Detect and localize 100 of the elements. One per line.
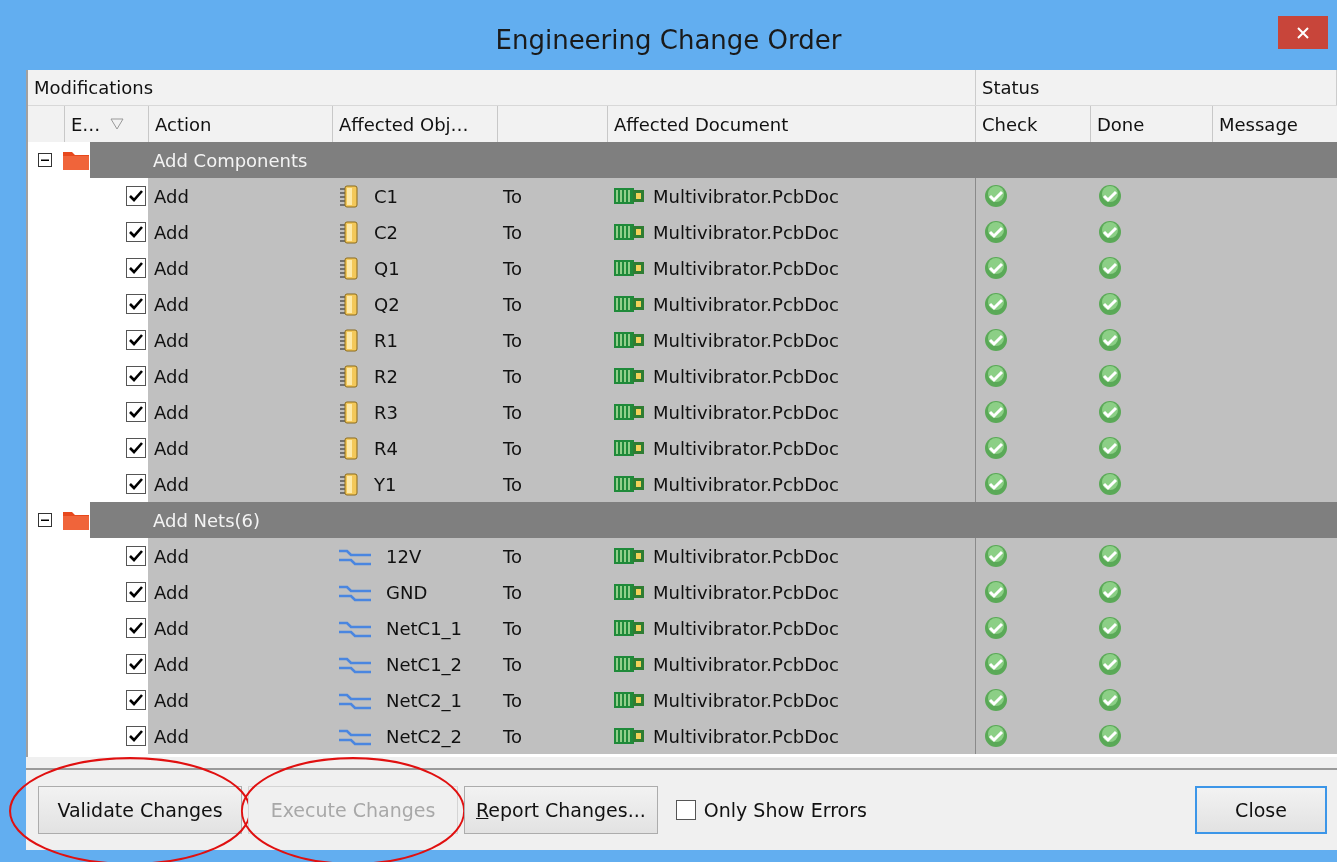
table-row[interactable]: Add Q1 To Multivibrator.PcbDoc <box>148 250 1337 286</box>
table-row[interactable]: Add C2 To Multivibrator.PcbDoc <box>148 214 1337 250</box>
table-row[interactable]: Add NetC2_1 To Multivibrator.PcbDoc <box>148 682 1337 718</box>
checkbox[interactable] <box>126 330 146 350</box>
checkbox[interactable] <box>126 294 146 314</box>
table-cell: NetC2_2 <box>386 725 463 747</box>
chip-icon <box>338 364 360 388</box>
table-cell: Add <box>154 257 189 279</box>
pcb-document-icon <box>613 582 645 602</box>
pcb-document-icon <box>613 654 645 674</box>
table-cell: Multivibrator.PcbDoc <box>653 653 839 675</box>
pcb-document-icon <box>613 258 645 278</box>
table-cell: Add <box>154 221 189 243</box>
column-header[interactable]: Action <box>155 113 212 135</box>
checkbox-label[interactable]: Only Show Errors <box>703 799 867 821</box>
table-row[interactable]: Add C1 To Multivibrator.PcbDoc <box>148 178 1337 214</box>
table-cell: Multivibrator.PcbDoc <box>653 473 839 495</box>
table-cell: NetC1_2 <box>386 653 463 675</box>
table-cell: Add <box>154 185 189 207</box>
folder-icon <box>62 509 90 531</box>
close-icon[interactable] <box>1278 16 1328 49</box>
table-cell: Add <box>154 437 189 459</box>
action-button[interactable]: Report Changes... <box>464 786 658 834</box>
checkbox[interactable] <box>126 582 146 602</box>
checkbox[interactable] <box>126 366 146 386</box>
table-cell: Multivibrator.PcbDoc <box>653 545 839 567</box>
checkbox[interactable] <box>126 186 146 206</box>
checkbox[interactable] <box>126 474 146 494</box>
table-cell: Multivibrator.PcbDoc <box>653 581 839 603</box>
table-cell: To <box>503 221 522 243</box>
table-cell: Add <box>154 473 189 495</box>
table-row[interactable]: Add NetC2_2 To Multivibrator.PcbDoc <box>148 718 1337 754</box>
checkbox[interactable] <box>126 438 146 458</box>
chip-icon <box>338 292 360 316</box>
pcb-document-icon <box>613 546 645 566</box>
table-cell: Multivibrator.PcbDoc <box>653 329 839 351</box>
checkbox[interactable] <box>126 222 146 242</box>
chip-icon <box>338 256 360 280</box>
table-cell: Add <box>154 545 189 567</box>
table-cell: GND <box>386 581 428 603</box>
chip-icon <box>338 472 360 496</box>
table-row[interactable]: Add NetC1_1 To Multivibrator.PcbDoc <box>148 610 1337 646</box>
checkbox[interactable] <box>126 654 146 674</box>
table-cell: C2 <box>374 221 399 243</box>
pcb-document-icon <box>613 438 645 458</box>
table-cell: Multivibrator.PcbDoc <box>653 221 839 243</box>
collapse-icon[interactable] <box>38 153 52 167</box>
column-header[interactable]: Affected Obj… <box>339 113 469 135</box>
checkbox[interactable] <box>126 258 146 278</box>
chip-icon <box>338 184 360 208</box>
pcb-document-icon <box>613 726 645 746</box>
table-row[interactable]: Add GND To Multivibrator.PcbDoc <box>148 574 1337 610</box>
action-button[interactable]: Validate Changes <box>38 786 242 834</box>
table-cell: To <box>503 293 522 315</box>
table-cell: NetC1_1 <box>386 617 463 639</box>
chip-icon <box>338 436 360 460</box>
table-cell: Add <box>154 293 189 315</box>
checkbox[interactable] <box>126 402 146 422</box>
table-cell: To <box>503 257 522 279</box>
checkbox[interactable] <box>126 726 146 746</box>
table-cell: Add <box>154 365 189 387</box>
table-cell: Add <box>154 689 189 711</box>
column-group-header: Status <box>982 77 1040 98</box>
checkbox[interactable] <box>126 546 146 566</box>
table-cell: R3 <box>374 401 398 423</box>
table-cell: Multivibrator.PcbDoc <box>653 725 839 747</box>
close-button[interactable]: Close <box>1195 786 1327 834</box>
table-cell: Multivibrator.PcbDoc <box>653 185 839 207</box>
table-cell: Q1 <box>374 257 400 279</box>
column-header[interactable]: Affected Document <box>614 113 789 135</box>
column-header[interactable]: Done <box>1097 113 1145 135</box>
table-row[interactable]: Add Y1 To Multivibrator.PcbDoc <box>148 466 1337 502</box>
column-header[interactable]: Message <box>1219 113 1298 135</box>
table-row[interactable]: Add R1 To Multivibrator.PcbDoc <box>148 322 1337 358</box>
group-row[interactable]: Add Nets(6) <box>90 502 1337 538</box>
collapse-icon[interactable] <box>38 513 52 527</box>
chip-icon <box>338 400 360 424</box>
column-header[interactable]: Check <box>982 113 1038 135</box>
table-cell: Y1 <box>374 473 397 495</box>
chip-icon <box>338 328 360 352</box>
table-row[interactable]: Add R3 To Multivibrator.PcbDoc <box>148 394 1337 430</box>
checkbox[interactable] <box>675 800 696 820</box>
table-row[interactable]: Add R2 To Multivibrator.PcbDoc <box>148 358 1337 394</box>
table-cell: Add <box>154 401 189 423</box>
pcb-document-icon <box>613 294 645 314</box>
table-cell: Add <box>154 725 189 747</box>
group-row[interactable]: Add Components <box>90 142 1337 178</box>
table-row[interactable]: Add NetC1_2 To Multivibrator.PcbDoc <box>148 646 1337 682</box>
table-row[interactable]: Add 12V To Multivibrator.PcbDoc <box>148 538 1337 574</box>
checkbox[interactable] <box>126 618 146 638</box>
table-cell: To <box>503 545 522 567</box>
table-cell: To <box>503 653 522 675</box>
table-cell: To <box>503 329 522 351</box>
checkbox[interactable] <box>126 690 146 710</box>
folder-icon <box>62 149 90 171</box>
table-row[interactable]: Add Q2 To Multivibrator.PcbDoc <box>148 286 1337 322</box>
table-cell: To <box>503 401 522 423</box>
table-row[interactable]: Add R4 To Multivibrator.PcbDoc <box>148 430 1337 466</box>
column-header[interactable]: E… <box>71 113 125 135</box>
pcb-document-icon <box>613 222 645 242</box>
